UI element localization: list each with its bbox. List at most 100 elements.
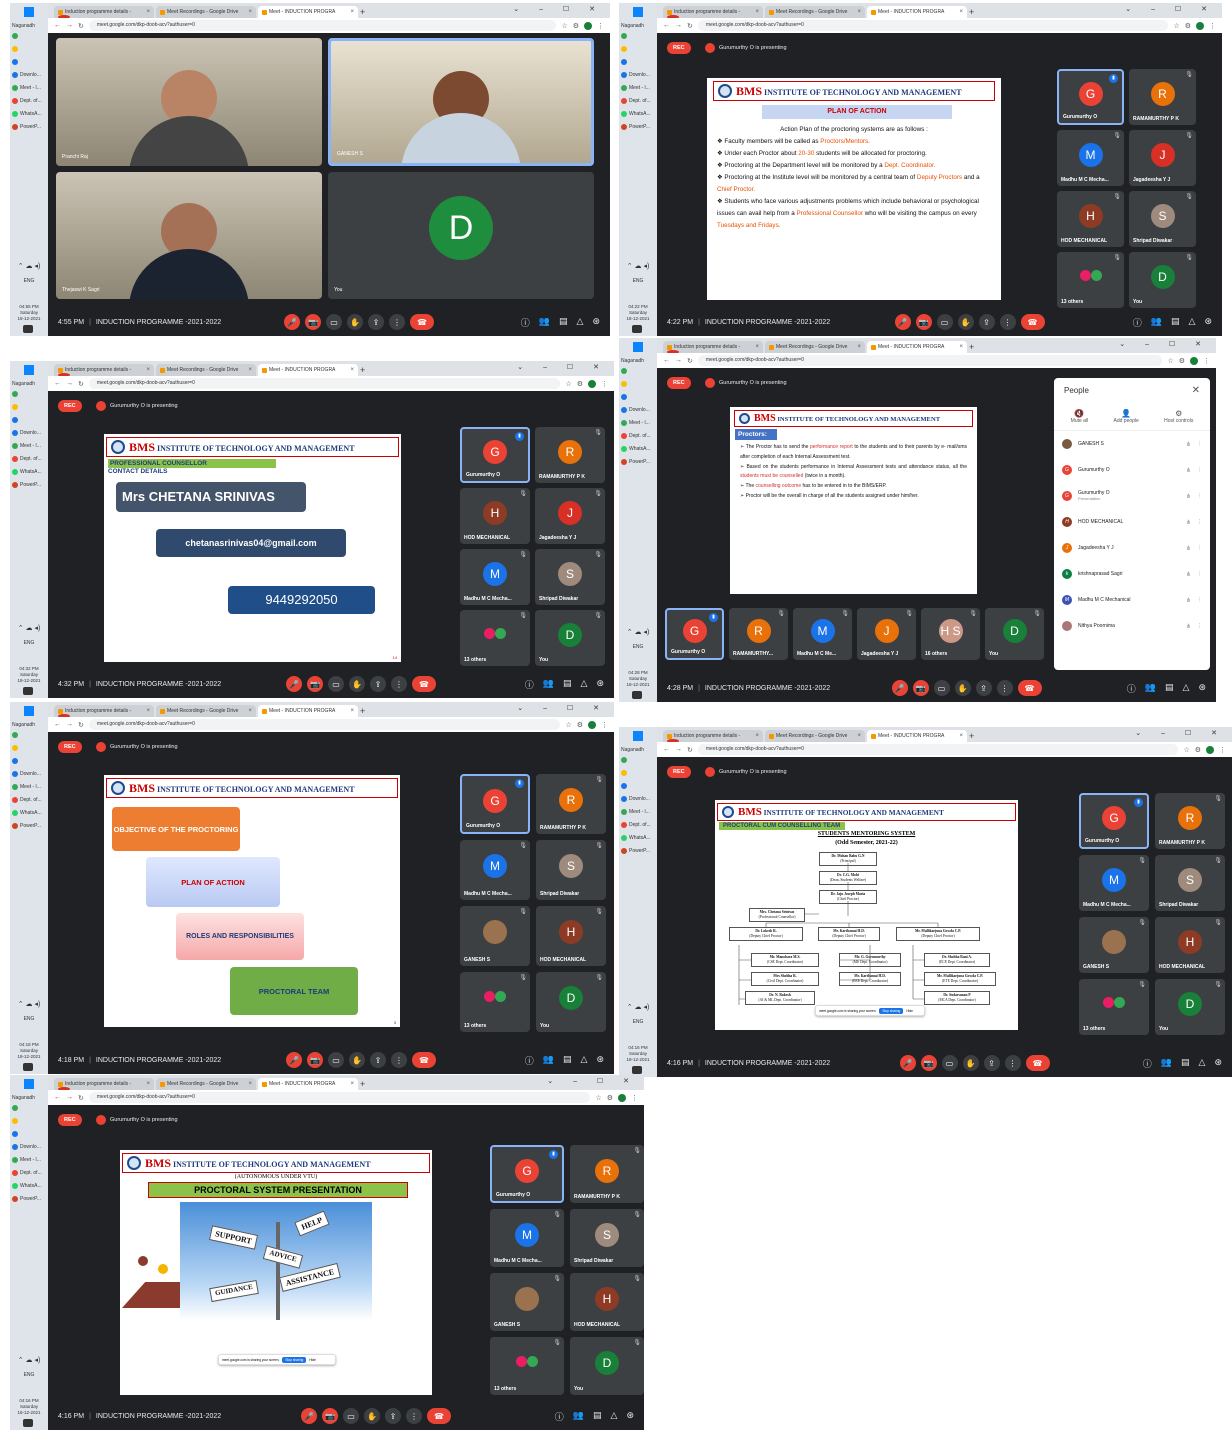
- taskbar-files[interactable]: [10, 42, 48, 55]
- mic-icon[interactable]: 🎤: [891, 680, 908, 696]
- people-action[interactable]: 🔇 Mute all: [1071, 409, 1089, 424]
- participant-tile[interactable]: ▮ G Gurumurthy O: [490, 1145, 564, 1203]
- people-icon[interactable]: 👥: [1151, 316, 1162, 329]
- camera-icon[interactable]: 📷: [307, 676, 323, 692]
- present-icon[interactable]: ⇪: [368, 314, 384, 330]
- browser-tab[interactable]: Meet Recordings - Google Drive ×: [156, 6, 256, 18]
- end-call-button[interactable]: ☎: [1025, 1055, 1050, 1071]
- camera-icon[interactable]: 📷: [912, 680, 929, 696]
- system-tray-icons[interactable]: ⌃ ☁ ◂): [10, 624, 48, 632]
- forward-icon[interactable]: →: [66, 721, 73, 728]
- browser-tab[interactable]: Meet - INDUCTION PROGRA ×: [667, 730, 967, 743]
- mic-icon[interactable]: ⋔: [1186, 597, 1191, 604]
- taskbar-item[interactable]: PowerP...: [10, 478, 48, 491]
- language-indicator[interactable]: ENG: [10, 640, 48, 646]
- star-icon[interactable]: ☆: [565, 380, 571, 388]
- agenda-box[interactable]: PROCTORAL TEAM: [230, 967, 358, 1015]
- taskbar-files[interactable]: [619, 766, 657, 779]
- host-controls-icon[interactable]: ⊛: [592, 316, 600, 329]
- taskbar-item[interactable]: WhatsA...: [10, 107, 48, 120]
- menu-icon[interactable]: ⋮: [1209, 22, 1216, 30]
- more-icon[interactable]: ⋮: [1197, 467, 1202, 473]
- system-tray-icons[interactable]: ⌃ ☁ ◂): [10, 1356, 48, 1364]
- back-icon[interactable]: ←: [54, 721, 61, 728]
- hide-button[interactable]: Hide: [309, 1358, 316, 1362]
- taskbar-item[interactable]: Meet - l...: [619, 805, 657, 818]
- reload-icon[interactable]: ↻: [78, 1094, 84, 1102]
- participant-tile[interactable]: 🎙 J Jagadeesha Y J: [1129, 130, 1196, 186]
- notification-icon[interactable]: [632, 691, 642, 699]
- captions-icon[interactable]: ▭: [328, 676, 344, 692]
- mic-icon[interactable]: ⋔: [1186, 545, 1191, 552]
- participant-tile[interactable]: ▮ G Gurumurthy O: [1079, 793, 1149, 849]
- people-icon[interactable]: 👥: [543, 678, 554, 691]
- participant-tile[interactable]: 🎙 S Shripad Diwakar: [1129, 191, 1196, 247]
- people-row[interactable]: G Gurumurthy O Presentation ⋔ ⋮: [1054, 483, 1210, 509]
- reload-icon[interactable]: ↻: [687, 746, 693, 754]
- captions-icon[interactable]: ▭: [326, 314, 342, 330]
- browser-tab[interactable]: Meet - INDUCTION PROGRA ×: [667, 341, 967, 354]
- participant-tile[interactable]: 🎙 R RAMAMURTHY...: [729, 608, 788, 660]
- back-icon[interactable]: ←: [663, 22, 670, 29]
- taskbar-item[interactable]: WhatsA...: [10, 465, 48, 478]
- participant-tile[interactable]: 🎙 M Madhu M C Mecha...: [1079, 855, 1149, 911]
- taskbar-item[interactable]: Downlo...: [10, 1140, 48, 1153]
- participant-tile[interactable]: 🎙 S Shripad Diwakar: [1155, 855, 1225, 911]
- participant-video[interactable]: Thejaswi K Sagri: [56, 171, 322, 299]
- taskbar-item[interactable]: Downlo...: [619, 403, 657, 416]
- people-icon[interactable]: 👥: [1145, 682, 1156, 695]
- tab-close-icon[interactable]: ×: [350, 9, 354, 15]
- end-call-button[interactable]: ☎: [412, 1052, 436, 1068]
- star-icon[interactable]: ☆: [595, 1094, 601, 1102]
- tab-close-icon[interactable]: ×: [350, 1081, 354, 1087]
- reload-icon[interactable]: ↻: [78, 380, 84, 388]
- star-icon[interactable]: ☆: [1183, 746, 1189, 754]
- taskbar-clock[interactable]: 04:18 PM Saturday 18-12-2021: [10, 1042, 48, 1060]
- taskbar-files[interactable]: [10, 1114, 48, 1127]
- participant-tile[interactable]: 🎙 J Jagadeesha Y J: [857, 608, 916, 660]
- mic-icon[interactable]: ⋔: [1186, 467, 1191, 474]
- tab-close-icon[interactable]: ×: [146, 9, 150, 15]
- participant-tile[interactable]: 🎙 J Jagadeesha Y J: [535, 488, 605, 544]
- taskbar-item[interactable]: Dept. of...: [10, 1166, 48, 1179]
- notification-icon[interactable]: [23, 325, 33, 333]
- taskbar-edge[interactable]: [10, 754, 48, 767]
- taskbar-item[interactable]: PowerP...: [619, 120, 657, 133]
- taskbar-files[interactable]: [10, 741, 48, 754]
- host-controls-icon[interactable]: ⊛: [1204, 316, 1212, 329]
- chat-icon[interactable]: ▤: [1171, 316, 1180, 329]
- taskbar-item[interactable]: Dept. of...: [10, 793, 48, 806]
- participant-tile[interactable]: 🎙 D You: [1129, 252, 1196, 308]
- url-field[interactable]: meet.google.com/dkp-doob-acv?authuser=0: [88, 378, 561, 389]
- participant-tile[interactable]: 🎙 M Madhu M C Mecha...: [460, 549, 530, 605]
- more-icon[interactable]: ⋮: [1197, 597, 1202, 603]
- agenda-box[interactable]: ROLES AND RESPONSIBILITIES: [176, 913, 304, 960]
- participant-tile[interactable]: 🎙 M Madhu M C Mecha...: [1057, 130, 1124, 186]
- profile-avatar[interactable]: [588, 720, 596, 729]
- participant-tile[interactable]: 🎙 H S 16 others: [921, 608, 980, 660]
- tab-close-icon[interactable]: ×: [857, 733, 861, 739]
- url-field[interactable]: meet.google.com/dkp-doob-acv?authuser=0: [88, 20, 557, 31]
- taskbar-clock[interactable]: 04:16 PM Saturday 18-12-2021: [10, 1398, 48, 1416]
- browser-tab[interactable]: Meet Recordings - Google Drive ×: [156, 364, 256, 376]
- tab-close-icon[interactable]: ×: [857, 344, 861, 350]
- participant-tile[interactable]: 🎙 GANESH S: [490, 1273, 564, 1331]
- extensions-icon[interactable]: ⚙: [573, 22, 579, 30]
- host-controls-icon[interactable]: ⊛: [596, 678, 604, 691]
- taskbar-item[interactable]: Dept. of...: [10, 452, 48, 465]
- url-field[interactable]: meet.google.com/dkp-doob-acv?authuser=0: [88, 1092, 591, 1103]
- people-row[interactable]: k krishnaprasad Sagri ⋔ ⋮: [1054, 561, 1210, 587]
- taskbar-item[interactable]: Dept. of...: [619, 94, 657, 107]
- present-icon[interactable]: ⇪: [385, 1408, 401, 1424]
- info-icon[interactable]: ⓘ: [1127, 682, 1136, 695]
- participant-tile[interactable]: 🎙 GANESH S: [460, 906, 530, 966]
- taskbar-edge[interactable]: [10, 1127, 48, 1140]
- tab-close-icon[interactable]: ×: [248, 9, 252, 15]
- taskbar-item[interactable]: WhatsA...: [619, 442, 657, 455]
- url-field[interactable]: meet.google.com/dkp-doob-acv?authuser=0: [697, 20, 1169, 31]
- taskbar-files[interactable]: [10, 400, 48, 413]
- participant-tile[interactable]: 🎙 H HOD MECHANICAL: [570, 1273, 644, 1331]
- participant-tile[interactable]: ▮ G Gurumurthy O: [665, 608, 724, 660]
- people-row[interactable]: Nithya Poornima ⋔ ⋮: [1054, 613, 1210, 639]
- taskbar-edge[interactable]: [10, 413, 48, 426]
